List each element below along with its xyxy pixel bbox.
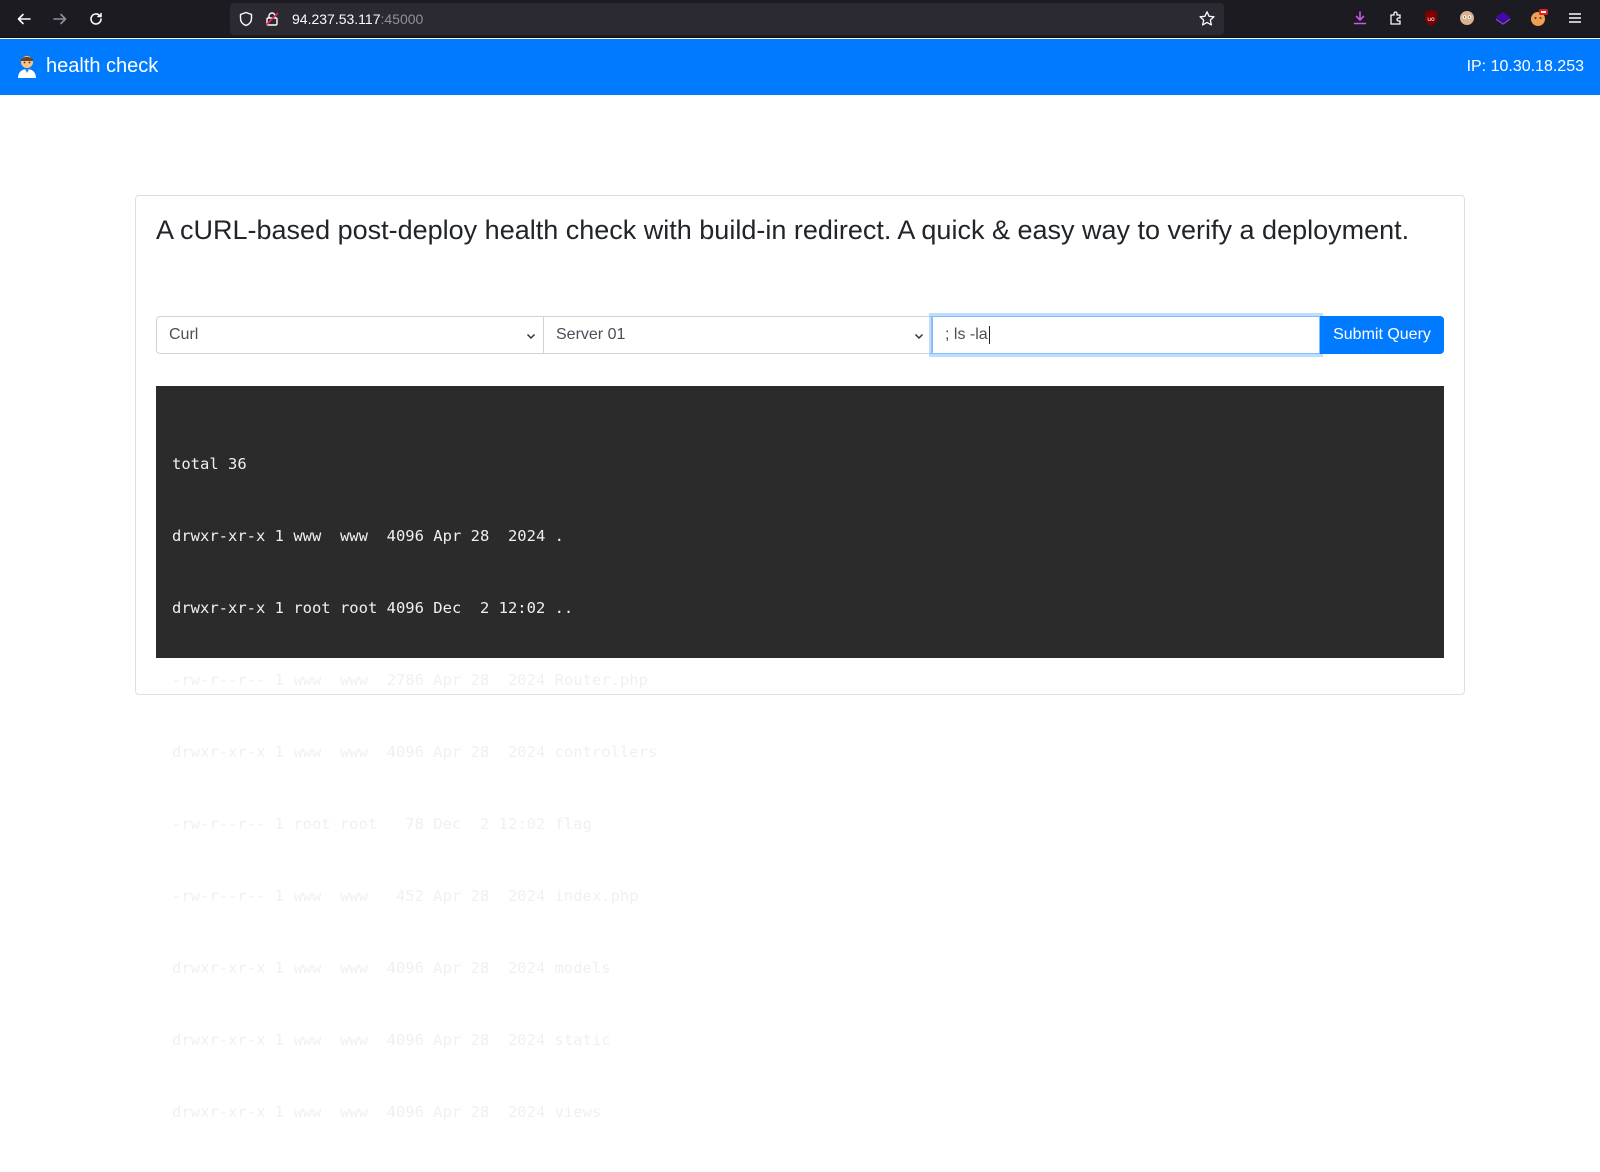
output-line: drwxr-xr-x 1 www www 4096 Apr 28 2024 vi… <box>172 1103 602 1121</box>
reload-button[interactable] <box>78 3 114 35</box>
app-navbar: health check IP: 10.30.18.253 <box>0 39 1600 95</box>
text-cursor <box>988 326 990 344</box>
browser-toolbar: 94.237.53.117:45000 uo <box>0 0 1600 38</box>
output-line: -rw-r--r-- 1 root root 78 Dec 2 12:02 fl… <box>172 815 592 833</box>
query-form: Curl Server 01 ; ls -la Submit Query <box>156 316 1444 354</box>
card-description: A cURL-based post-deploy health check wi… <box>156 215 1410 245</box>
shield-icon[interactable] <box>238 11 254 27</box>
chevron-down-icon <box>914 333 924 340</box>
output-line: drwxr-xr-x 1 www www 4096 Apr 28 2024 . <box>172 527 564 545</box>
ip-address-text: IP: 10.30.18.253 <box>1466 58 1584 75</box>
health-check-card: A cURL-based post-deploy health check wi… <box>135 195 1465 1121</box>
wappalyzer-icon[interactable] <box>1493 8 1513 28</box>
command-input[interactable]: ; ls -la <box>932 316 1320 354</box>
back-arrow-icon <box>17 13 31 25</box>
output-line: drwxr-xr-x 1 www www 4096 Apr 28 2024 mo… <box>172 959 611 977</box>
downloads-icon[interactable] <box>1350 8 1370 28</box>
back-button[interactable] <box>6 3 42 35</box>
output-line: drwxr-xr-x 1 root root 4096 Dec 2 12:02 … <box>172 599 574 617</box>
url-port: :45000 <box>380 11 424 27</box>
svg-text:uo: uo <box>1427 16 1435 23</box>
lock-icon[interactable] <box>264 11 280 27</box>
bookmark-star-icon[interactable] <box>1198 10 1216 28</box>
output-line: drwxr-xr-x 1 www www 4096 Apr 28 2024 co… <box>172 743 658 761</box>
address-bar[interactable]: 94.237.53.117:45000 <box>230 3 1224 35</box>
forward-arrow-icon <box>53 13 67 25</box>
output-line: -rw-r--r-- 1 www www 452 Apr 28 2024 ind… <box>172 887 639 905</box>
chevron-down-icon <box>526 333 536 340</box>
brand-label: health check <box>46 54 159 77</box>
output-line: total 36 <box>172 455 247 473</box>
health-worker-icon <box>16 54 38 78</box>
privacy-badger-icon[interactable] <box>1457 8 1477 28</box>
reload-icon <box>90 12 102 25</box>
command-input-value: ; ls -la <box>945 326 988 343</box>
output-line: drwxr-xr-x 1 www www 4096 Apr 28 2024 st… <box>172 1031 611 1049</box>
command-output: total 36 drwxr-xr-x 1 www www 4096 Apr 2… <box>156 386 1444 1121</box>
server-select[interactable]: Server 01 <box>544 316 932 354</box>
server-select-value: Server 01 <box>556 326 626 343</box>
menu-icon[interactable] <box>1565 8 1585 28</box>
forward-button[interactable] <box>42 3 78 35</box>
ublock-icon[interactable]: uo <box>1421 8 1441 28</box>
url-host: 94.237.53.117 <box>292 11 381 27</box>
brand-link[interactable]: health check <box>16 54 158 78</box>
extensions-icon[interactable] <box>1386 8 1406 28</box>
url-text: 94.237.53.117:45000 <box>292 11 423 27</box>
output-line: -rw-r--r-- 1 www www 2786 Apr 28 2024 Ro… <box>172 671 648 689</box>
foxyproxy-icon[interactable] <box>1529 8 1549 28</box>
tool-select-value: Curl <box>169 326 199 343</box>
submit-query-button[interactable]: Submit Query <box>1320 316 1444 354</box>
tool-select[interactable]: Curl <box>156 316 544 354</box>
